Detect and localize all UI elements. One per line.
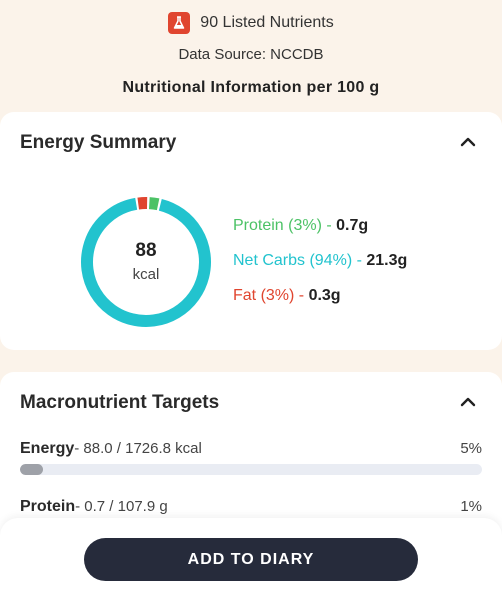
nutrient-info-header: 90 Listed Nutrients Data Source: NCCDB N… bbox=[0, 0, 502, 110]
data-source: Data Source: NCCDB bbox=[178, 46, 324, 63]
target-row-protein: Protein- 0.7 / 107.9 g 1% bbox=[20, 498, 482, 516]
macro-legend: Protein (3%) - 0.7g Net Carbs (94%) - 21… bbox=[233, 214, 407, 319]
per-100g-heading: Nutritional Information per 100 g bbox=[122, 79, 380, 96]
target-amount: - 88.0 / 1726.8 kcal bbox=[74, 440, 202, 457]
target-percent: 5% bbox=[460, 440, 482, 457]
legend-name: Protein (3%) bbox=[233, 217, 322, 234]
nutrient-count: 90 Listed Nutrients bbox=[0, 12, 502, 34]
energy-progress-track bbox=[20, 464, 482, 475]
flask-icon bbox=[168, 12, 191, 34]
target-label: Energy bbox=[20, 440, 75, 457]
target-row-energy: Energy- 88.0 / 1726.8 kcal 5% bbox=[20, 440, 482, 458]
energy-summary-title: Energy Summary bbox=[20, 132, 177, 153]
legend-fat: Fat (3%) - 0.3g bbox=[233, 284, 407, 319]
macro-targets-title: Macronutrient Targets bbox=[20, 392, 220, 413]
legend-protein: Protein (3%) - 0.7g bbox=[233, 214, 407, 249]
donut-center: 88 kcal bbox=[80, 196, 212, 328]
target-label: Protein bbox=[20, 498, 76, 515]
chevron-up-icon[interactable] bbox=[460, 396, 476, 408]
chevron-up-icon[interactable] bbox=[460, 136, 476, 148]
legend-name: Fat (3%) bbox=[233, 287, 295, 304]
add-to-diary-button[interactable]: ADD TO DIARY bbox=[84, 538, 418, 581]
kcal-value: 88 bbox=[135, 240, 157, 261]
legend-net-carbs: Net Carbs (94%) - 21.3g bbox=[233, 249, 407, 284]
legend-amount: 0.7g bbox=[336, 217, 369, 234]
nutrient-count-label: 90 Listed Nutrients bbox=[200, 14, 334, 31]
legend-amount: 21.3g bbox=[366, 252, 408, 269]
energy-summary-card: Energy Summary 88 kcal Protein (3%) - 0.… bbox=[0, 112, 502, 350]
legend-separator: - bbox=[294, 287, 309, 304]
kcal-unit: kcal bbox=[132, 266, 160, 283]
energy-progress-fill bbox=[20, 464, 44, 475]
target-amount: - 0.7 / 107.9 g bbox=[75, 498, 168, 515]
target-percent: 1% bbox=[460, 498, 482, 515]
legend-separator: - bbox=[321, 217, 337, 234]
bottom-action-bar: ADD TO DIARY bbox=[0, 518, 502, 600]
legend-separator: - bbox=[352, 252, 367, 269]
legend-name: Net Carbs (94%) bbox=[233, 252, 353, 269]
legend-amount: 0.3g bbox=[308, 287, 341, 304]
